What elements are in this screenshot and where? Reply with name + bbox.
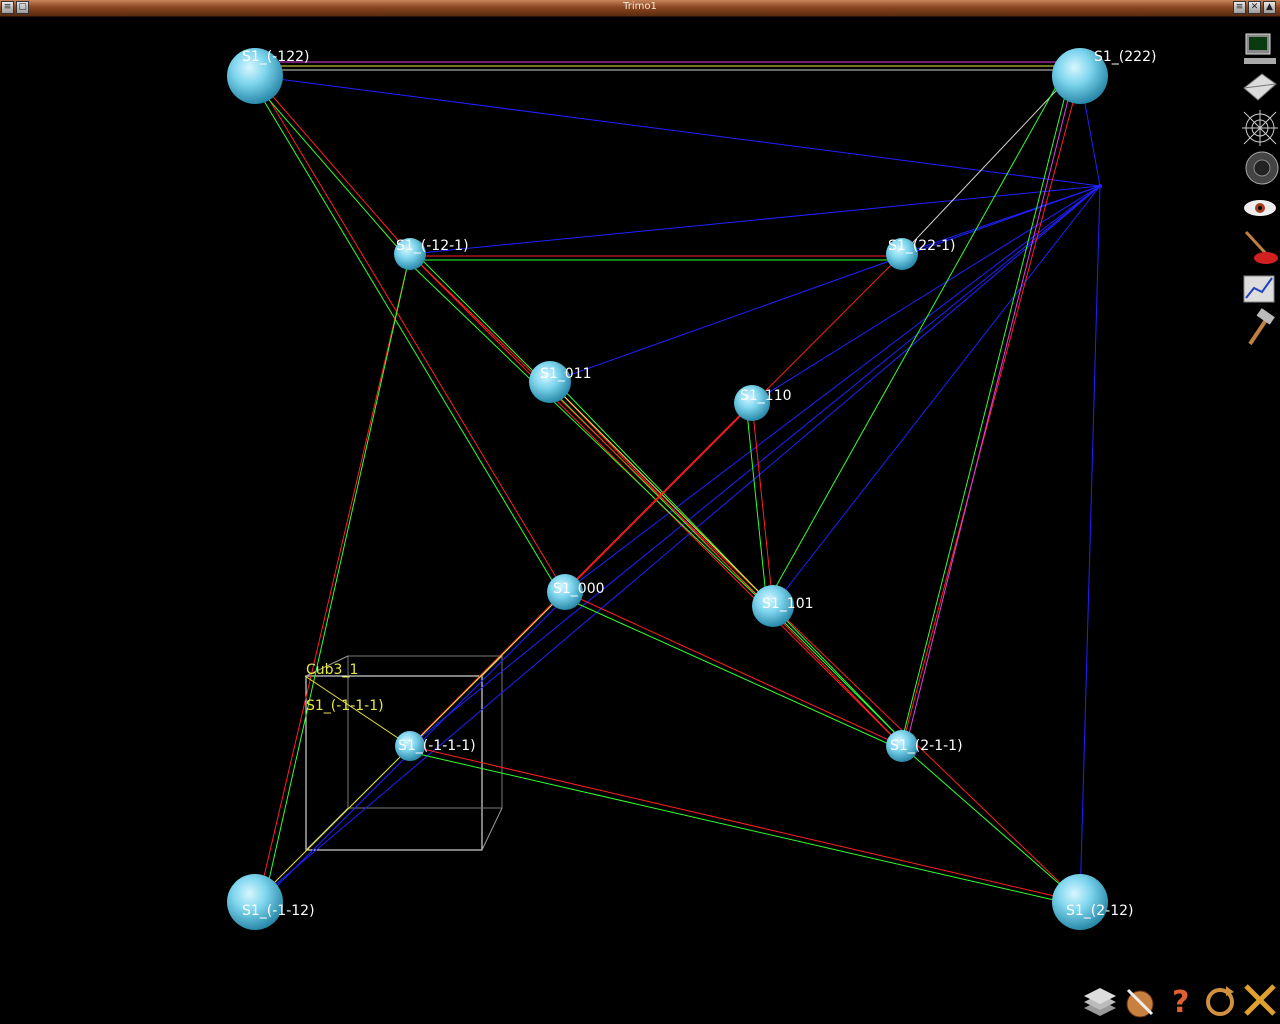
- node-label: S1_(-1-1-1): [398, 738, 476, 754]
- node-label: S1_(222): [1094, 49, 1156, 65]
- node-label: S1_011: [540, 366, 592, 382]
- sphere-node: [227, 874, 283, 930]
- node-label: S1_(2-1-1): [890, 738, 963, 754]
- refresh-icon[interactable]: [1200, 980, 1240, 1020]
- edges: [248, 61, 1101, 907]
- window-title: Trimo1: [623, 1, 657, 12]
- node-label: S1_(22-1): [888, 238, 956, 254]
- svg-text:?: ?: [1172, 985, 1189, 1020]
- iconify-icon[interactable]: ≡: [1233, 1, 1246, 14]
- maximize-icon[interactable]: ▲: [1263, 1, 1276, 14]
- speaker-icon[interactable]: [1240, 148, 1280, 188]
- hammer-icon[interactable]: [1240, 308, 1280, 348]
- window-titlebar: ≡ ▢ Trimo1 ≡ ✕ ▲: [0, 0, 1280, 17]
- node-label: S1_101: [762, 596, 814, 612]
- help-icon[interactable]: ?: [1160, 980, 1200, 1020]
- spider-web-icon[interactable]: [1240, 108, 1280, 148]
- node-label: S1_(-1-12): [242, 903, 315, 919]
- node-label: S1_(2-12): [1066, 903, 1134, 919]
- node-labels: S1_(-122) S1_(222) S1_(-12-1) S1_(22-1) …: [242, 49, 1156, 919]
- node-label: S1_(-122): [242, 49, 310, 65]
- sphere-node: [1052, 874, 1108, 930]
- node-label: S1_000: [553, 581, 605, 597]
- close-icon[interactable]: ✕: [1248, 1, 1261, 14]
- 3d-scene[interactable]: S1_(-122) S1_(222) S1_(-12-1) S1_(22-1) …: [0, 16, 1280, 1024]
- selected-node-label: S1_(-1-1-1): [306, 698, 384, 714]
- node-label: S1_110: [740, 388, 792, 404]
- chart-icon[interactable]: [1240, 268, 1280, 308]
- paint-icon[interactable]: [1240, 228, 1280, 268]
- mail-icon[interactable]: [1240, 68, 1280, 108]
- monitor-icon[interactable]: [1240, 28, 1280, 68]
- pen-icon[interactable]: [1120, 980, 1160, 1020]
- cube-label: Cub3_1: [306, 662, 358, 678]
- node-label: S1_(-12-1): [396, 238, 469, 254]
- exit-icon[interactable]: [1240, 980, 1280, 1020]
- stack-icon[interactable]: [1080, 980, 1120, 1020]
- focal-point: [1098, 184, 1102, 188]
- eye-icon[interactable]: [1240, 188, 1280, 228]
